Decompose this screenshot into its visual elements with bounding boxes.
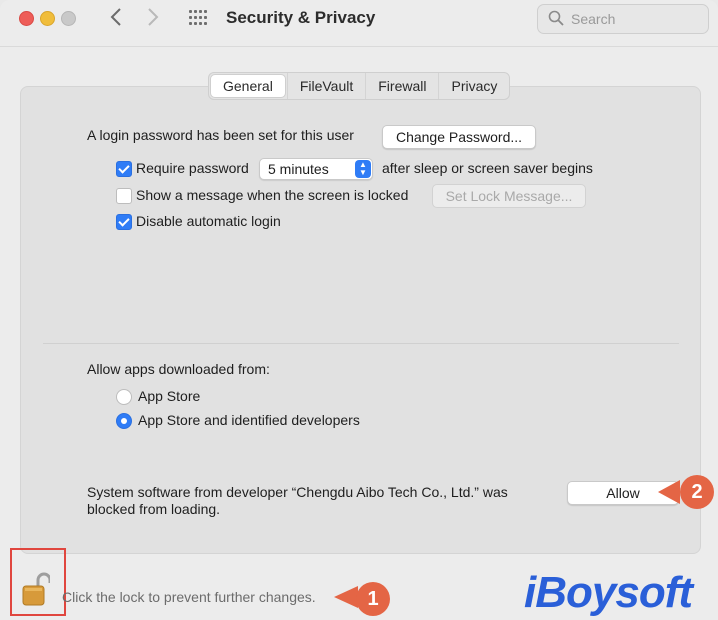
password-delay-select[interactable]: 5 minutes ▲ ▼ <box>259 158 373 180</box>
search-placeholder: Search <box>571 11 616 27</box>
tab-filevault[interactable]: FileVault <box>286 73 365 99</box>
show-message-label: Show a message when the screen is locked <box>136 187 409 203</box>
radio-app-store-label: App Store <box>138 388 201 404</box>
radio-identified-developers-label: App Store and identified developers <box>138 412 360 428</box>
allow-apps-heading: Allow apps downloaded from: <box>87 361 270 377</box>
search-icon <box>548 10 564 26</box>
login-password-text: A login password has been set for this u… <box>87 127 354 143</box>
callout-1-badge: 1 <box>356 582 390 616</box>
tab-firewall[interactable]: Firewall <box>365 73 438 99</box>
minimize-window-button[interactable] <box>40 11 55 26</box>
iboysoft-watermark: iBoysoft <box>524 568 693 617</box>
disable-auto-login-checkbox[interactable] <box>116 214 132 230</box>
radio-identified-developers[interactable] <box>116 413 132 429</box>
window-title: Security & Privacy <box>226 8 376 27</box>
tab-privacy[interactable]: Privacy <box>438 73 509 99</box>
tab-bar: General FileVault Firewall Privacy <box>208 72 511 100</box>
lock-instruction-text: Click the lock to prevent further change… <box>62 589 316 605</box>
password-delay-value: 5 minutes <box>268 161 329 177</box>
set-lock-message-button[interactable]: Set Lock Message... <box>432 184 586 208</box>
back-chevron-icon[interactable] <box>106 8 126 28</box>
zoom-window-button[interactable] <box>61 11 76 26</box>
require-password-suffix: after sleep or screen saver begins <box>382 160 593 176</box>
tab-general[interactable]: General <box>210 74 286 98</box>
require-password-checkbox[interactable] <box>116 161 132 177</box>
title-bar: Security & Privacy Search <box>0 0 718 47</box>
security-privacy-window: Security & Privacy Search General FileVa… <box>0 0 718 620</box>
lock-open-icon[interactable] <box>22 572 50 606</box>
close-window-button[interactable] <box>19 11 34 26</box>
blocked-software-text-line1: System software from developer “Chengdu … <box>87 484 508 500</box>
show-message-checkbox[interactable] <box>116 188 132 204</box>
section-divider <box>43 343 679 344</box>
show-all-grid-icon[interactable] <box>189 10 207 26</box>
blocked-software-text-line2: blocked from loading. <box>87 501 221 517</box>
require-password-label: Require password <box>136 160 249 176</box>
stepper-arrows-icon: ▲ ▼ <box>355 160 371 178</box>
change-password-button[interactable]: Change Password... <box>382 125 536 149</box>
disable-auto-login-label: Disable automatic login <box>136 213 281 229</box>
search-field[interactable]: Search <box>537 4 709 34</box>
callout-2-badge: 2 <box>680 475 714 509</box>
forward-chevron-icon[interactable] <box>143 8 163 28</box>
radio-app-store[interactable] <box>116 389 132 405</box>
